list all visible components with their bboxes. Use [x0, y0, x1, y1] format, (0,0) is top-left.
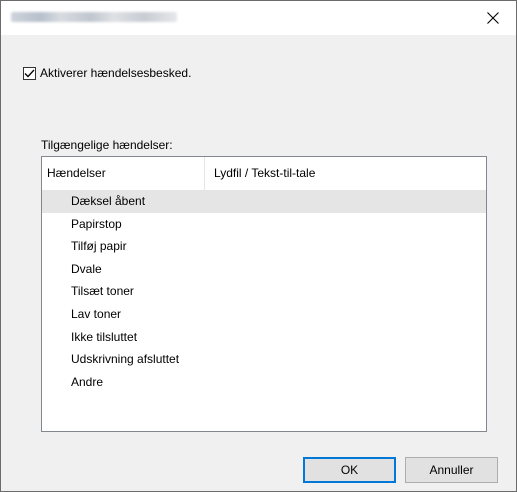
event-name: Papirstop	[71, 216, 122, 231]
column-header-sound[interactable]: Lydfil / Tekst-til-tale	[205, 157, 486, 190]
enable-notification-row[interactable]: Aktiverer hændelsesbesked.	[23, 66, 191, 80]
column-header-events[interactable]: Hændelser	[42, 157, 205, 190]
list-item[interactable]: Dæksel åbent	[42, 190, 486, 213]
list-item[interactable]: Udskrivning afsluttet	[42, 348, 486, 371]
events-list[interactable]: Hændelser Lydfil / Tekst-til-tale Dæksel…	[41, 156, 487, 432]
event-name: Andre	[71, 374, 104, 389]
close-button[interactable]	[470, 1, 516, 35]
ok-button[interactable]: OK	[303, 457, 396, 483]
event-name: Udskrivning afsluttet	[71, 352, 180, 367]
available-events-caption: Tilgængelige hændelser:	[41, 138, 173, 152]
close-icon	[487, 12, 499, 24]
list-item[interactable]: Papirstop	[42, 213, 486, 236]
list-item[interactable]: Tilsæt toner	[42, 280, 486, 303]
event-name: Dvale	[71, 261, 102, 276]
list-item[interactable]: Ikke tilsluttet	[42, 326, 486, 349]
checkmark-icon	[24, 69, 35, 77]
event-name: Tilføj papir	[71, 239, 127, 254]
event-notification-dialog: Aktiverer hændelsesbesked. Tilgængelige …	[0, 0, 517, 492]
event-name: Ikke tilsluttet	[71, 329, 138, 344]
cancel-button[interactable]: Annuller	[405, 457, 498, 483]
list-item[interactable]: Lav toner	[42, 303, 486, 326]
event-name: Dæksel åbent	[71, 194, 146, 208]
window-title-blurred	[11, 12, 177, 22]
list-item[interactable]: Tilføj papir	[42, 235, 486, 258]
enable-notification-checkbox[interactable]	[23, 66, 36, 80]
event-name: Lav toner	[71, 306, 122, 321]
list-item[interactable]: Dvale	[42, 258, 486, 281]
list-rows: Dæksel åbent Papirstop Tilføj papir Dvale Ti…	[42, 190, 486, 393]
title-bar	[1, 1, 516, 35]
enable-notification-label: Aktiverer hændelsesbesked.	[40, 66, 192, 80]
list-item[interactable]: Andre	[42, 371, 486, 394]
list-header: Hændelser Lydfil / Tekst-til-tale	[42, 157, 486, 190]
event-name: Tilsæt toner	[71, 284, 134, 299]
